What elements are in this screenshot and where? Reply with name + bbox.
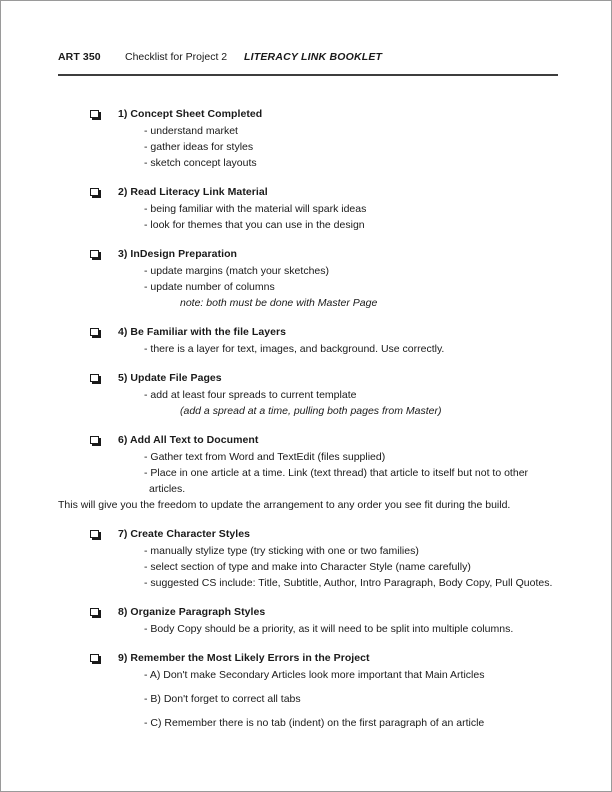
checkbox-icon[interactable] — [90, 436, 99, 444]
checklist-subitem: - add at least four spreads to current t… — [144, 389, 357, 401]
checklist: 1) Concept Sheet Completed - understand m… — [58, 107, 558, 745]
checklist-item-heading: 2) Read Literacy Link Material — [58, 185, 558, 200]
checklist-item: 5) Update File Pages - add at least four … — [58, 371, 558, 419]
checklist-item-heading: 8) Organize Paragraph Styles — [58, 605, 558, 620]
checklist-item-heading: 9) Remember the Most Likely Errors in th… — [58, 651, 558, 666]
checklist-subitem: - C) Remember there is no tab (indent) o… — [144, 717, 485, 729]
checklist-subitem: - update number of columns — [144, 281, 275, 293]
checklist-subitem: - gather ideas for styles — [144, 141, 254, 153]
checkbox-icon[interactable] — [90, 250, 99, 258]
checklist-item: 7) Create Character Styles - manually sty… — [58, 527, 558, 591]
checklist-item-label: 7) Create Character Styles — [118, 528, 251, 540]
checkbox-icon[interactable] — [90, 328, 99, 336]
checklist-item-heading: 5) Update File Pages — [58, 371, 558, 386]
checklist-subitem: - B) Don't forget to correct all tabs — [144, 693, 301, 705]
header-divider — [58, 74, 558, 76]
checklist-subitem: - suggested CS include: Title, Subtitle,… — [144, 577, 553, 589]
checklist-item: 2) Read Literacy Link Material - being fa… — [58, 185, 558, 233]
checklist-subitem: This will give you the freedom to update… — [58, 499, 511, 511]
checklist-subitems: - Body Copy should be a priority, as it … — [58, 621, 558, 637]
checklist-subitem: - look for themes that you can use in th… — [144, 219, 365, 231]
checklist-item: 3) InDesign Preparation - update margins … — [58, 247, 558, 311]
checklist-item-label: 9) Remember the Most Likely Errors in th… — [118, 652, 370, 664]
checklist-subitems: - being familiar with the material will … — [58, 201, 558, 233]
checklist-item-label: 1) Concept Sheet Completed — [118, 108, 263, 120]
checklist-item-label: 8) Organize Paragraph Styles — [118, 606, 266, 618]
checklist-subitem: - Place in one article at a time. Link (… — [144, 467, 529, 495]
document-page: ART 350 Checklist for Project 2 LITERACY… — [0, 0, 612, 792]
checklist-subitems: - update margins (match your sketches) - … — [58, 263, 558, 311]
checklist-item-heading: 1) Concept Sheet Completed — [58, 107, 558, 122]
course-code: ART 350 — [58, 51, 101, 63]
checklist-subitem: - Gather text from Word and TextEdit (fi… — [144, 451, 386, 463]
document-subtitle: Checklist for Project 2 — [125, 51, 228, 63]
checkbox-icon[interactable] — [90, 110, 99, 118]
checklist-item-heading: 7) Create Character Styles — [58, 527, 558, 542]
checklist-subitem: - understand market — [144, 125, 238, 137]
checklist-subitem: - update margins (match your sketches) — [144, 265, 329, 277]
checklist-item: 1) Concept Sheet Completed - understand m… — [58, 107, 558, 171]
page-title: LITERACY LINK BOOKLET — [244, 51, 383, 63]
checklist-subitem: - being familiar with the material will … — [144, 203, 367, 215]
checklist-subitems: - manually stylize type (try sticking wi… — [58, 543, 558, 591]
checklist-subitem: note: both must be done with Master Page — [180, 297, 378, 309]
checklist-item-label: 6) Add All Text to Document — [118, 434, 259, 446]
checklist-subitems: - add at least four spreads to current t… — [58, 387, 558, 419]
checklist-item-label: 2) Read Literacy Link Material — [118, 186, 268, 198]
checklist-subitems: - there is a layer for text, images, and… — [58, 341, 558, 357]
checklist-subitems: - A) Don't make Secondary Articles look … — [58, 667, 558, 731]
checkbox-icon[interactable] — [90, 654, 99, 662]
checklist-item: 8) Organize Paragraph Styles - Body Copy … — [58, 605, 558, 637]
checkbox-icon[interactable] — [90, 188, 99, 196]
checklist-item-heading: 6) Add All Text to Document — [58, 433, 558, 448]
checklist-item-heading: 4) Be Familiar with the file Layers — [58, 325, 558, 340]
checklist-item-heading: 3) InDesign Preparation — [58, 247, 558, 262]
checklist-subitems: - Gather text from Word and TextEdit (fi… — [58, 449, 558, 513]
checkbox-icon[interactable] — [90, 374, 99, 382]
checklist-item-label: 3) InDesign Preparation — [118, 248, 238, 260]
checklist-item-label: 4) Be Familiar with the file Layers — [118, 326, 287, 338]
checklist-subitem: (add a spread at a time, pulling both pa… — [180, 405, 442, 417]
checklist-subitems: - understand market - gather ideas for st… — [58, 123, 558, 171]
checklist-item: 4) Be Familiar with the file Layers - the… — [58, 325, 558, 357]
checklist-item: 6) Add All Text to Document - Gather text… — [58, 433, 558, 513]
document-header: ART 350 Checklist for Project 2 LITERACY… — [58, 51, 558, 73]
checklist-item-label: 5) Update File Pages — [118, 372, 222, 384]
checkbox-icon[interactable] — [90, 608, 99, 616]
checklist-subitem: - sketch concept layouts — [144, 157, 257, 169]
checklist-subitem: - Body Copy should be a priority, as it … — [144, 623, 514, 635]
checkbox-icon[interactable] — [90, 530, 99, 538]
checklist-item: 9) Remember the Most Likely Errors in th… — [58, 651, 558, 731]
checklist-subitem: - A) Don't make Secondary Articles look … — [144, 669, 485, 681]
checklist-subitem: - manually stylize type (try sticking wi… — [144, 545, 419, 557]
checklist-subitem: - select section of type and make into C… — [144, 561, 471, 573]
checklist-subitem: - there is a layer for text, images, and… — [144, 343, 445, 355]
